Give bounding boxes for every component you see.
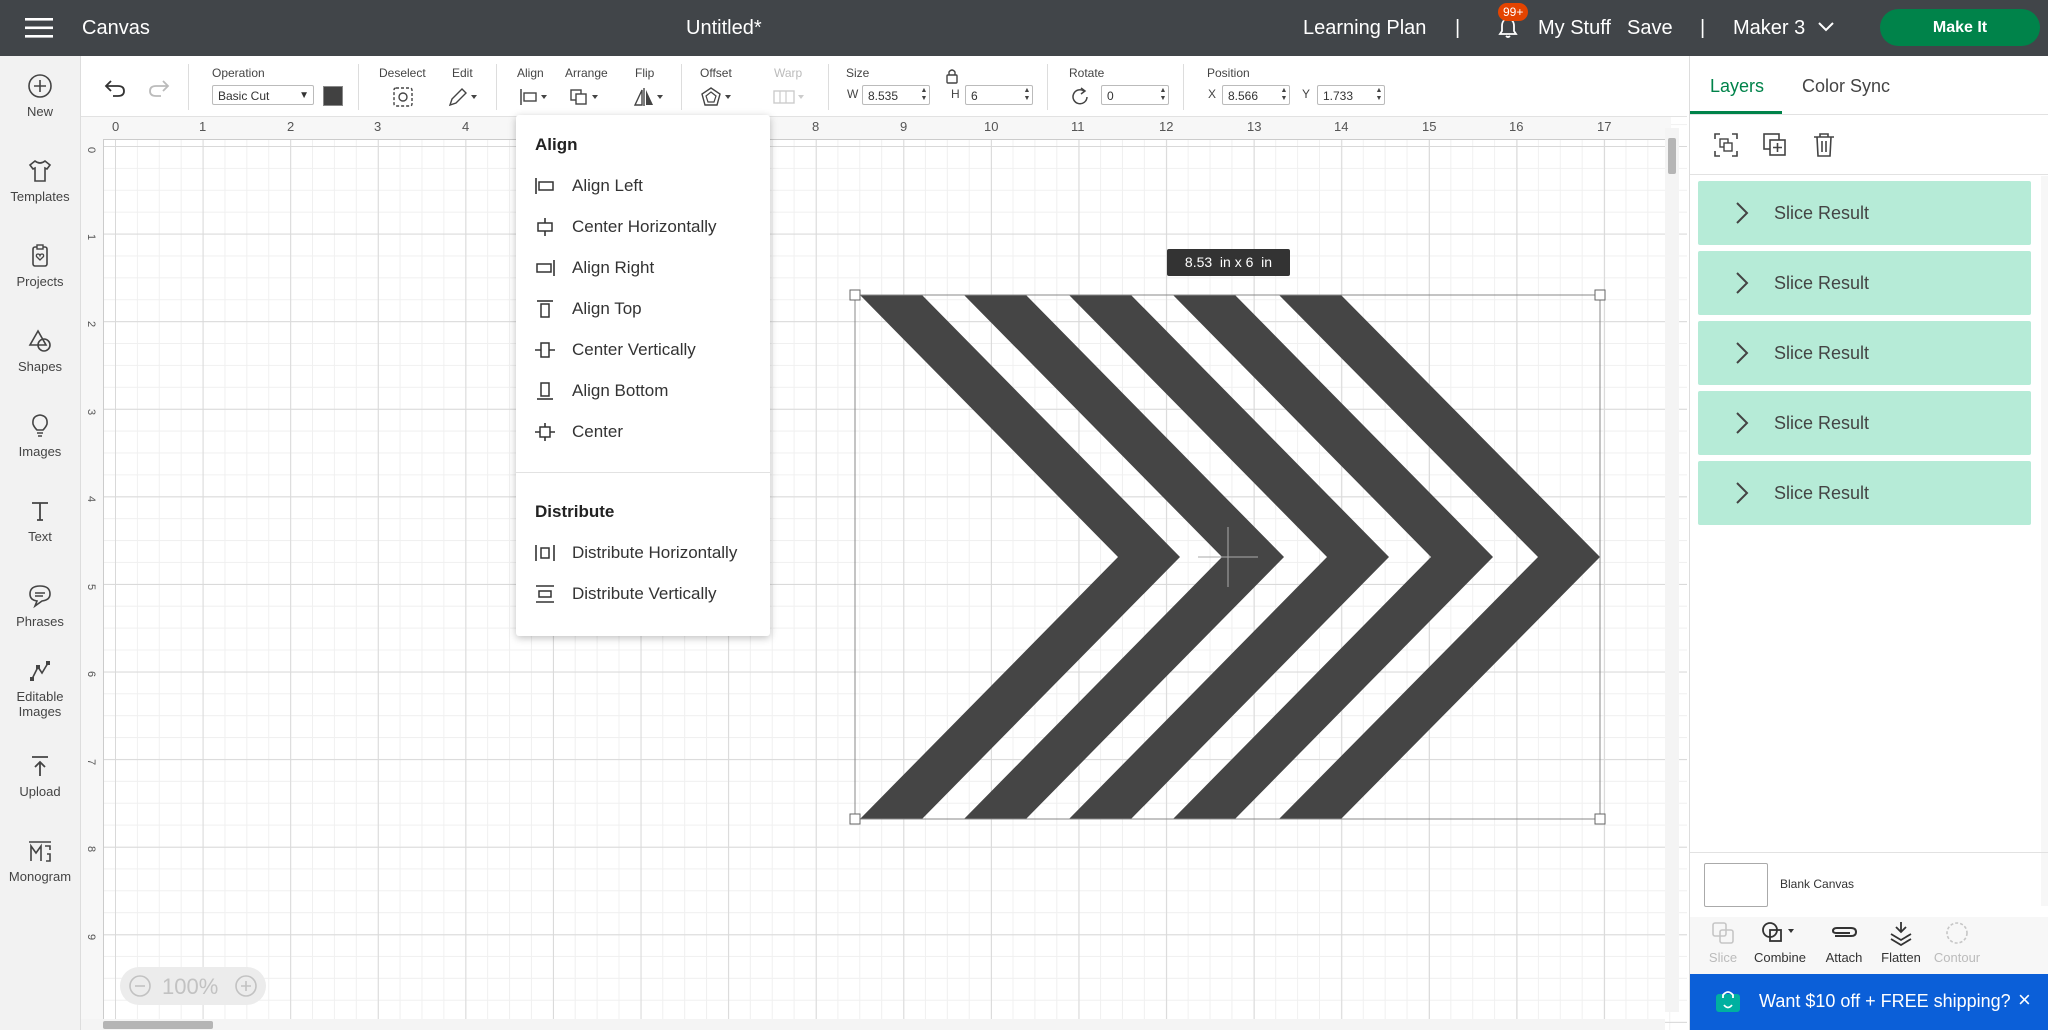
chevron-right-icon[interactable] [1734, 271, 1750, 295]
layers-scrollbar[interactable] [2041, 176, 2048, 906]
blank-canvas-swatch[interactable] [1704, 863, 1768, 907]
menu-item-label: Distribute Horizontally [572, 543, 738, 562]
chevron-right-icon[interactable] [1734, 341, 1750, 365]
contour-icon [1946, 922, 1968, 944]
align-left-icon [535, 178, 554, 194]
zoom-level: 100% [162, 974, 219, 999]
resize-handle[interactable] [849, 813, 861, 825]
flatten-button[interactable]: Flatten [1871, 920, 1931, 965]
menu-item-label: Center Vertically [572, 340, 696, 359]
layer-name: Slice Result [1774, 483, 1870, 503]
flatten-icon [1890, 922, 1912, 946]
zoom-in-icon[interactable] [234, 974, 258, 998]
resize-handle[interactable] [849, 289, 861, 301]
tab-color-sync[interactable]: Color Sync [1802, 76, 1890, 97]
align-top-icon [537, 300, 553, 318]
menu-item-center[interactable]: Center [534, 415, 764, 449]
slice-icon [1712, 922, 1734, 944]
promo-text: Want $10 off + FREE shipping? [1759, 991, 2011, 1011]
promo-banner[interactable]: Want $10 off + FREE shipping? × [1690, 974, 2048, 1030]
trash-icon[interactable] [1811, 132, 1837, 158]
combine-icon [1762, 922, 1794, 942]
layer-name: Slice Result [1774, 413, 1870, 433]
menu-item-align-right[interactable]: Align Right [534, 251, 764, 285]
menu-item-label: Center Horizontally [572, 217, 717, 236]
chevron-right-icon[interactable] [1734, 411, 1750, 435]
menu-item-align-bottom[interactable]: Align Bottom [534, 374, 764, 408]
layer-row[interactable]: Slice Result [1698, 461, 2031, 525]
align-right-icon [536, 260, 555, 276]
layer-name: Slice Result [1774, 203, 1870, 223]
layer-row[interactable]: Slice Result [1698, 321, 2031, 385]
chevron-stripe[interactable] [860, 295, 1180, 819]
menu-item-center-horizontally[interactable]: Center Horizontally [534, 210, 764, 244]
promo-close-icon[interactable]: × [2018, 987, 2031, 1013]
blank-canvas-label: Blank Canvas [1780, 877, 1855, 891]
tab-layers[interactable]: Layers [1710, 76, 1764, 97]
tool-label: Flatten [1881, 950, 1921, 965]
menu-item-label: Align Bottom [572, 381, 669, 400]
layer-name: Slice Result [1774, 343, 1870, 363]
resize-handle[interactable] [1594, 813, 1606, 825]
chevron-right-icon[interactable] [1734, 481, 1750, 505]
duplicate-icon[interactable] [1762, 132, 1788, 158]
layer-row[interactable]: Slice Result [1698, 251, 2031, 315]
tool-label: Contour [1933, 950, 1981, 965]
zoom-control: 100% [120, 967, 266, 1005]
slice-button: Slice [1693, 920, 1753, 965]
contour-button: Contour [1927, 920, 1987, 965]
menu-item-label: Align Top [572, 299, 642, 318]
menu-item-distribute-horizontally[interactable]: Distribute Horizontally [534, 536, 764, 570]
menu-item-label: Align Right [572, 258, 655, 277]
center-horizontally-icon [537, 218, 553, 236]
menu-item-label: Distribute Vertically [572, 584, 717, 603]
align-bottom-icon [537, 382, 553, 400]
paperclip-icon [1831, 927, 1858, 937]
menu-divider [516, 472, 770, 473]
layer-row[interactable]: Slice Result [1698, 181, 2031, 245]
menu-item-center-vertically[interactable]: Center Vertically [534, 333, 764, 367]
layer-name: Slice Result [1774, 273, 1870, 293]
center-vertically-icon [535, 342, 555, 358]
menu-item-align-left[interactable]: Align Left [534, 169, 764, 203]
menu-item-align-top[interactable]: Align Top [534, 292, 764, 326]
attach-button[interactable]: Attach [1814, 920, 1874, 965]
combine-button[interactable]: Combine [1745, 920, 1815, 965]
right-panel: Layers Color Sync Slice Result Slice Res… [1689, 56, 2048, 1030]
zoom-out-icon[interactable] [128, 974, 152, 998]
distribute-vertically-icon [536, 585, 554, 603]
menu-item-label: Align Left [572, 176, 643, 195]
toolbar-divider [1690, 174, 2048, 175]
shopping-bag-icon [1716, 991, 1740, 1012]
align-heading: Align [535, 135, 578, 154]
layer-row[interactable]: Slice Result [1698, 391, 2031, 455]
distribute-horizontally-icon [535, 545, 555, 561]
tool-label: Combine [1753, 950, 1807, 965]
tab-divider [1690, 114, 2048, 115]
menu-item-distribute-vertically[interactable]: Distribute Vertically [534, 577, 764, 611]
align-dropdown-menu: Align Align Left Center Horizontally Ali… [516, 115, 770, 636]
chevron-right-icon[interactable] [1734, 201, 1750, 225]
group-icon[interactable] [1713, 132, 1739, 158]
resize-handle[interactable] [1594, 289, 1606, 301]
distribute-heading: Distribute [535, 502, 615, 521]
tool-label: Attach [1825, 950, 1863, 965]
tool-label: Slice [1708, 950, 1738, 965]
center-icon [535, 423, 555, 441]
size-tooltip: 8.53 in x 6 in [1167, 249, 1290, 276]
menu-item-label: Center [572, 422, 624, 441]
panel-divider [1690, 852, 2048, 853]
